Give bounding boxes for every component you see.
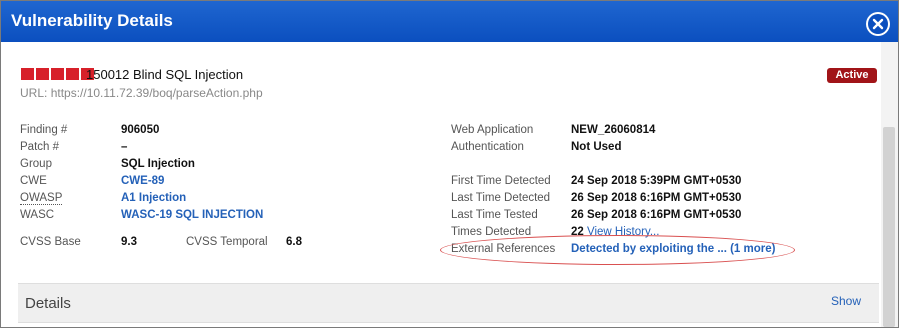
dialog-content: 150012 Blind SQL Injection Active URL: h… bbox=[3, 42, 879, 327]
cwe-label: CWE bbox=[20, 175, 47, 187]
group-value: SQL Injection bbox=[121, 158, 195, 170]
vulnerability-details-dialog: Vulnerability Details 150012 Blind SQL I… bbox=[0, 0, 899, 328]
details-title: Details bbox=[25, 295, 71, 312]
cwe-link[interactable]: CWE-89 bbox=[121, 175, 164, 187]
times-detected-group: 22 View History... bbox=[571, 226, 659, 238]
dialog-title: Vulnerability Details bbox=[11, 11, 173, 30]
owasp-label: OWASP bbox=[20, 192, 63, 205]
last-detected-value: 26 Sep 2018 6:16PM GMT+0530 bbox=[571, 192, 742, 204]
close-button[interactable] bbox=[866, 12, 890, 36]
wasc-link[interactable]: WASC-19 SQL INJECTION bbox=[121, 209, 263, 221]
view-history-link[interactable]: View History... bbox=[587, 226, 659, 238]
show-details-link[interactable]: Show bbox=[831, 294, 861, 308]
web-application-label: Web Application bbox=[451, 124, 534, 136]
last-detected-label: Last Time Detected bbox=[451, 192, 551, 204]
url-label: URL: bbox=[20, 86, 48, 100]
external-references-label: External References bbox=[451, 243, 556, 255]
finding-value: 906050 bbox=[121, 124, 160, 136]
wasc-label: WASC bbox=[20, 209, 55, 221]
severity-bar-3 bbox=[51, 68, 64, 80]
url-value: https://10.11.72.39/boq/parseAction.php bbox=[50, 86, 263, 100]
severity-bar-2 bbox=[36, 68, 49, 80]
close-icon bbox=[868, 14, 888, 34]
web-application-value: NEW_26060814 bbox=[571, 124, 656, 136]
times-detected-value: 22 bbox=[571, 226, 584, 238]
last-tested-value: 26 Sep 2018 6:16PM GMT+0530 bbox=[571, 209, 742, 221]
group-label: Group bbox=[20, 158, 52, 170]
patch-label: Patch # bbox=[20, 141, 59, 153]
severity-indicator bbox=[21, 68, 94, 80]
cvss-temporal-label: CVSS Temporal bbox=[186, 236, 268, 248]
authentication-value: Not Used bbox=[571, 141, 622, 153]
cvss-temporal-value: 6.8 bbox=[286, 236, 302, 248]
details-section-header: Details Show bbox=[18, 283, 879, 323]
cvss-base-value: 9.3 bbox=[121, 236, 137, 248]
vertical-scrollbar[interactable] bbox=[881, 42, 898, 327]
last-tested-label: Last Time Tested bbox=[451, 209, 538, 221]
status-badge: Active bbox=[827, 68, 877, 83]
severity-bar-1 bbox=[21, 68, 34, 80]
url-line: URL: https://10.11.72.39/boq/parseAction… bbox=[20, 86, 263, 100]
scrollbar-thumb[interactable] bbox=[883, 127, 895, 327]
times-detected-label: Times Detected bbox=[451, 226, 532, 238]
external-references-link[interactable]: Detected by exploiting the ... (1 more) bbox=[571, 243, 775, 255]
authentication-label: Authentication bbox=[451, 141, 524, 153]
patch-value: – bbox=[121, 141, 128, 153]
first-detected-label: First Time Detected bbox=[451, 175, 551, 187]
cvss-base-label: CVSS Base bbox=[20, 236, 81, 248]
first-detected-value: 24 Sep 2018 5:39PM GMT+0530 bbox=[571, 175, 742, 187]
vulnerability-title: 150012 Blind SQL Injection bbox=[86, 67, 244, 82]
owasp-link[interactable]: A1 Injection bbox=[121, 192, 186, 204]
severity-bar-4 bbox=[66, 68, 79, 80]
title-bar: Vulnerability Details bbox=[1, 1, 898, 42]
finding-label: Finding # bbox=[20, 124, 68, 136]
